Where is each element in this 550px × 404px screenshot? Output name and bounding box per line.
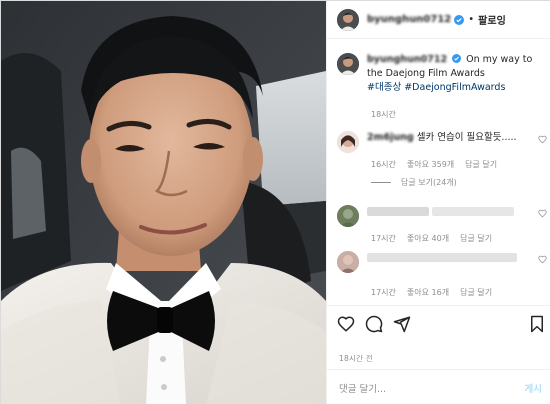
comment-meta: 17시간 좋아요 16개 답글 달기 [371,287,549,298]
like-comment-heart-icon[interactable] [538,135,547,144]
verified-badge-icon [452,54,462,63]
add-comment-bar: 댓글 달기... 게시 [327,369,550,404]
post-timestamp: 18시간 전 [339,354,373,363]
following-button[interactable]: 팔로잉 [478,12,506,27]
separator-dot: • [468,14,475,25]
comment-time: 17시간 [371,234,396,243]
comment-body [367,205,527,219]
blurred-username [367,207,429,216]
heart-icon[interactable] [337,315,355,333]
comment-likes[interactable]: 좋아요 16개 [407,287,449,298]
view-replies-button[interactable]: 답글 보기(24개) [371,177,457,188]
caption-username[interactable]: byunghun0712 [367,54,447,65]
comment-icon[interactable] [365,315,383,333]
comment-input[interactable]: 댓글 달기... [339,381,386,395]
view-replies-label: 답글 보기(24개) [401,178,457,187]
post-header: byunghun0712 • 팔로잉 [327,1,550,39]
comment-meta: 16시간 좋아요 359개 답글 달기 [371,159,549,170]
author-username[interactable]: byunghun0712 [367,14,451,25]
commenter-avatar[interactable] [337,131,359,153]
post-action-bar [327,305,550,341]
comment-item: 2m6jung 셀카 연습이 필요할듯..... 16시간 좋아요 359개 답… [337,131,549,170]
commenter-avatar[interactable] [337,251,359,273]
reply-button[interactable]: 답글 달기 [460,233,492,244]
post-side-panel: byunghun0712 • 팔로잉 byunghun0712 On my wa… [326,1,550,404]
hashtag-link[interactable]: #대종상 [367,82,401,93]
author-avatar[interactable] [337,8,359,31]
verified-badge-icon [454,14,465,25]
replies-divider-line [371,182,391,183]
avatar-image [337,131,359,153]
hashtag-link[interactable]: #DaejongFilmAwards [404,82,505,93]
comment-time: 17시간 [371,288,396,297]
comment-text: 셀카 연습이 필요할듯..... [416,132,517,143]
selfie-image [1,1,326,404]
blurred-comment-text [432,207,515,216]
avatar-image [337,8,359,31]
avatar-image [337,53,359,75]
comment-meta: 17시간 좋아요 40개 답글 달기 [371,233,549,244]
bookmark-icon[interactable] [528,315,546,333]
reply-button[interactable]: 답글 달기 [460,287,492,298]
post-comment-button[interactable]: 게시 [525,381,542,395]
share-icon[interactable] [393,315,411,333]
comment-username[interactable]: 2m6jung [367,132,414,143]
avatar-image [337,251,359,273]
comment-body: 2m6jung 셀카 연습이 필요할듯..... [367,131,527,145]
commenter-avatar[interactable] [337,205,359,227]
comment-likes[interactable]: 좋아요 359개 [407,159,454,170]
avatar-image [337,205,359,227]
caption-avatar[interactable] [337,53,359,75]
reply-button[interactable]: 답글 달기 [465,159,497,170]
like-comment-heart-icon[interactable] [538,255,547,264]
post-caption: byunghun0712 On my way to the Daejong Fi… [337,53,545,95]
comment-likes[interactable]: 좋아요 40개 [407,233,449,244]
caption-time: 18시간 [371,110,396,119]
comment-body [367,251,527,265]
comment-item: 17시간 좋아요 40개 답글 달기 [337,205,549,244]
like-comment-heart-icon[interactable] [538,209,547,218]
blurred-comment-text [367,253,517,262]
comment-time: 16시간 [371,160,396,169]
instagram-post: byunghun0712 • 팔로잉 byunghun0712 On my wa… [0,0,550,404]
caption-body: byunghun0712 On my way to the Daejong Fi… [367,53,545,95]
comment-item: 17시간 좋아요 16개 답글 달기 [337,251,549,298]
post-photo[interactable] [1,1,326,404]
